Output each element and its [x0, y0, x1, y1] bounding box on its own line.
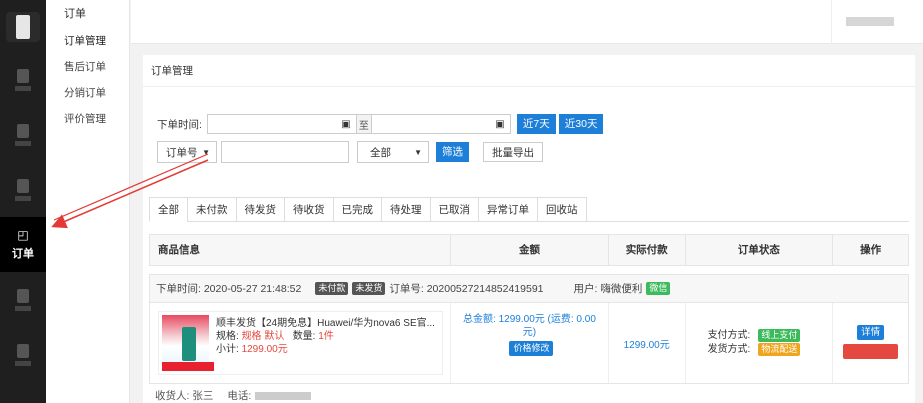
order-number: 订单号: 20200527214852419591	[389, 283, 544, 295]
column-header: 订单状态	[686, 235, 834, 265]
tab-all[interactable]: 全部	[149, 197, 188, 222]
last-7-days-button[interactable]: 近7天	[516, 114, 556, 134]
receiver-name: 收货人: 张三	[155, 390, 214, 402]
sidebar-item-5[interactable]	[0, 272, 46, 327]
blurred-username	[846, 17, 894, 26]
clipboard-icon: ◰	[17, 228, 29, 242]
product-card[interactable]: 顺丰发货【24期免息】Huawei/华为nova6 SE官... 规格: 规格 …	[158, 311, 443, 375]
tab-completed[interactable]: 已完成	[332, 197, 382, 222]
filter-button[interactable]: 筛选	[436, 142, 469, 162]
submenu-item-after-sale[interactable]: 售后订单	[46, 54, 129, 80]
status-badge: 未发货	[352, 282, 386, 295]
sidebar-item-label: 订单	[12, 248, 34, 260]
page-title: 订单管理	[143, 55, 915, 87]
total-amount: 总金额: 1299.00元 (运费: 0.00	[463, 314, 596, 325]
tab-unpaid[interactable]: 未付款	[187, 197, 237, 222]
sidebar-item-orders[interactable]: ◰ 订单	[0, 217, 46, 272]
tab-abnormal[interactable]: 异常订单	[478, 197, 538, 222]
sidebar-item-1[interactable]	[0, 52, 46, 107]
submenu: 订单 订单管理 售后订单 分销订单 评价管理	[46, 0, 130, 403]
search-input[interactable]	[221, 141, 349, 163]
start-date-input[interactable]: ▣	[206, 114, 357, 134]
main-panel: 订单管理 下单时间: ▣ 至 ▣ 近7天 近30天 订单号 ▼ 全部 ▼ 筛选	[143, 55, 915, 403]
product-image	[162, 315, 214, 371]
sidebar-item-2[interactable]	[0, 107, 46, 162]
receiver-info: 收货人: 张三 电话:	[149, 388, 909, 403]
order-row: 下单时间: 2020-05-27 21:48:52 未付款 未发货 订单号: 2…	[149, 274, 909, 384]
tab-pending[interactable]: 待处理	[381, 197, 431, 222]
blurred-icon	[17, 343, 29, 358]
column-header: 商品信息	[150, 235, 452, 265]
blurred-icon	[17, 123, 29, 138]
order-time-label: 下单时间:	[157, 118, 202, 131]
wechat-badge: 微信	[646, 282, 671, 295]
column-header: 金额	[451, 235, 609, 265]
submenu-item-order-management[interactable]: 订单管理	[46, 28, 129, 54]
order-status-cell: 支付方式: 线上支付 发货方式: 物流配送	[686, 303, 834, 383]
date-separator: 至	[356, 114, 371, 134]
top-bar	[131, 0, 923, 44]
order-time: 下单时间: 2020-05-27 21:48:52	[156, 283, 302, 295]
calendar-icon[interactable]: ▣	[490, 115, 510, 133]
phone-label: 电话:	[227, 390, 252, 402]
submenu-item-reviews[interactable]: 评价管理	[46, 106, 129, 132]
move-to-recycle-button[interactable]: 移入回收站	[842, 344, 899, 359]
main-sidebar: ◰ 订单	[0, 0, 46, 403]
last-30-days-button[interactable]: 近30天	[558, 114, 604, 134]
status-select[interactable]: 全部 ▼	[357, 141, 429, 163]
tab-cancelled[interactable]: 已取消	[429, 197, 479, 222]
end-date-input[interactable]: ▣	[370, 114, 511, 134]
blurred-phone	[255, 391, 312, 400]
blurred-icon	[17, 68, 29, 83]
detail-button[interactable]: 详情	[857, 325, 885, 340]
chevron-down-icon: ▼	[414, 147, 422, 157]
product-quantity: 1件	[318, 331, 334, 342]
product-subtotal: 1299.00元	[241, 344, 288, 355]
product-cell: 顺丰发货【24期免息】Huawei/华为nova6 SE官... 规格: 规格 …	[150, 303, 452, 383]
submenu-item-distribution[interactable]: 分销订单	[46, 80, 129, 106]
submenu-header: 订单	[64, 8, 86, 20]
shipping-method-badge: 物流配送	[758, 343, 801, 356]
table-header: 商品信息 金额 实际付款 订单状态 操作	[149, 234, 909, 266]
order-user: 用户: 嗨微便利	[573, 283, 643, 295]
chevron-down-icon: ▼	[202, 147, 210, 157]
payment-method-badge: 线上支付	[758, 329, 801, 342]
status-badge: 未付款	[315, 282, 349, 295]
blurred-icon	[17, 288, 29, 303]
product-name[interactable]: 顺丰发货【24期免息】Huawei/华为nova6 SE官...	[216, 317, 438, 330]
actions-cell: 详情 移入回收站	[833, 303, 908, 383]
user-menu[interactable]	[831, 0, 911, 44]
tab-recycle-bin[interactable]: 回收站	[537, 197, 587, 222]
search-type-select[interactable]: 订单号 ▼	[157, 141, 217, 163]
search-type-value: 订单号	[166, 146, 198, 159]
status-select-value: 全部	[370, 146, 391, 159]
status-tabs: 全部 未付款 待发货 待收货 已完成 待处理 已取消 异常订单 回收站	[149, 197, 587, 222]
tab-to-ship[interactable]: 待发货	[235, 197, 285, 222]
order-header: 下单时间: 2020-05-27 21:48:52 未付款 未发货 订单号: 2…	[150, 275, 908, 303]
bulk-export-button[interactable]: 批量导出	[483, 142, 543, 162]
blurred-icon	[17, 178, 29, 193]
app-logo	[6, 12, 40, 42]
column-header: 实际付款	[609, 235, 686, 265]
paid-amount: 1299.00元	[609, 303, 686, 383]
product-spec: 规格 默认	[241, 331, 285, 342]
column-header: 操作	[860, 244, 882, 256]
tab-to-receive[interactable]: 待收货	[284, 197, 334, 222]
sidebar-item-3[interactable]	[0, 162, 46, 217]
price-modify-button[interactable]: 价格修改	[509, 341, 554, 356]
amount-cell: 总金额: 1299.00元 (运费: 0.00 元) 价格修改	[451, 303, 609, 383]
sidebar-item-6[interactable]	[0, 327, 46, 382]
calendar-icon[interactable]: ▣	[336, 115, 356, 133]
